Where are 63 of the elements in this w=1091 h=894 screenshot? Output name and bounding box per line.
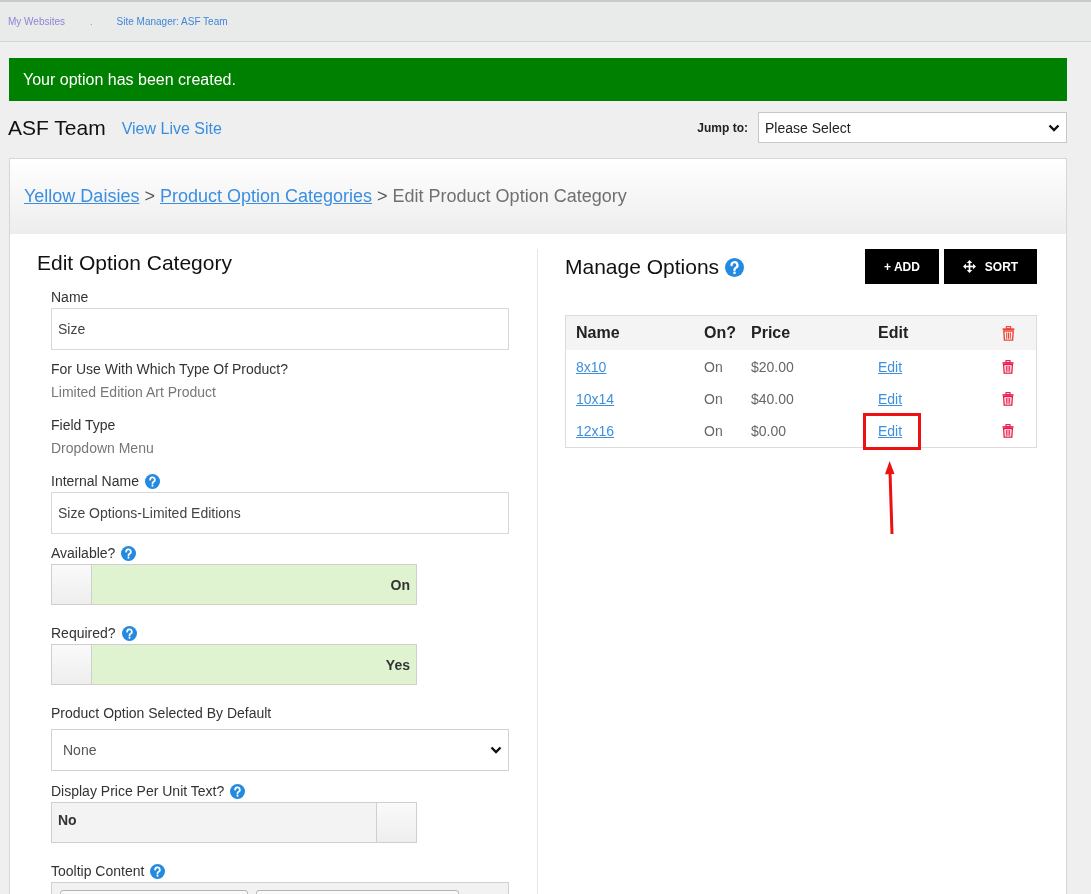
text-input[interactable]: Size	[51, 308, 509, 350]
help-icon[interactable]	[121, 545, 137, 561]
jump-to-label: Jump to:	[697, 120, 748, 135]
breadcrumb-separator: >	[144, 186, 155, 207]
table-cell: $40.00	[751, 391, 794, 407]
help-icon[interactable]	[144, 473, 160, 489]
field-label: Name	[51, 289, 89, 305]
dropdown-select[interactable]: None	[51, 729, 509, 771]
edit-link[interactable]: Edit	[878, 423, 903, 439]
field-label: Field Type	[51, 417, 116, 433]
breadcrumb-link[interactable]: Yellow Daisies	[24, 186, 140, 207]
table-cell: $20.00	[751, 359, 794, 375]
table-cell: $0.00	[751, 423, 787, 439]
site-name: ASF Team	[8, 115, 106, 140]
move-arrows-icon	[962, 260, 976, 273]
help-icon[interactable]	[725, 257, 745, 277]
add-button[interactable]: + ADD	[865, 249, 939, 284]
chevron-down-icon	[490, 746, 502, 754]
breadcrumb-separator: >	[377, 186, 388, 207]
chevron-down-icon	[1048, 123, 1060, 132]
field-label: Available?	[51, 545, 116, 561]
field-value: Dropdown Menu	[51, 439, 155, 458]
success-alert: Your option has been created.	[9, 58, 1067, 101]
delete-icon[interactable]	[1002, 360, 1014, 374]
option-name-link[interactable]: 8x10	[576, 359, 607, 375]
column-header: Price	[751, 324, 791, 342]
field-label: Product Option Selected By Default	[51, 705, 272, 721]
help-icon[interactable]	[121, 625, 137, 641]
trash-icon[interactable]	[1002, 325, 1015, 341]
jump-to-select[interactable]: Please Select	[758, 112, 1067, 143]
toggle-switch[interactable]: No	[51, 802, 417, 843]
edit-link[interactable]: Edit	[878, 359, 903, 375]
edit-link[interactable]: Edit	[878, 391, 903, 407]
help-icon[interactable]	[230, 783, 246, 799]
column-header: Name	[576, 324, 620, 342]
delete-icon[interactable]	[1002, 392, 1014, 406]
nav-separator: .	[90, 16, 93, 27]
view-live-site-link[interactable]: View Live Site	[121, 119, 222, 138]
sort-button[interactable]: SORT	[944, 249, 1037, 284]
panel-title: Edit Option Category	[37, 250, 233, 276]
option-name-link[interactable]: 10x14	[576, 391, 615, 407]
panel-title: Manage Options	[565, 255, 720, 279]
nav-link[interactable]: Site Manager: ASF Team	[116, 16, 228, 27]
text-input[interactable]: Size Options-Limited Editions	[51, 492, 509, 534]
column-header: On?	[704, 324, 736, 342]
option-name-link[interactable]: 12x16	[576, 423, 615, 439]
field-label: Required?	[51, 625, 116, 641]
field-label: For Use With Which Type Of Product?	[51, 361, 289, 377]
table-cell: On	[704, 423, 723, 439]
breadcrumb-link[interactable]: Product Option Categories	[159, 186, 373, 207]
breadcrumb-current: Edit Product Option Category	[392, 186, 627, 207]
nav-link[interactable]: My Websites	[8, 16, 66, 27]
table-cell: On	[704, 391, 723, 407]
field-value: Limited Edition Art Product	[51, 383, 217, 402]
table-cell: On	[704, 359, 723, 375]
help-icon[interactable]	[150, 863, 166, 879]
toggle-switch[interactable]: Yes	[51, 644, 417, 685]
field-label: Tooltip Content	[51, 863, 145, 879]
field-label: Internal Name	[51, 473, 139, 489]
delete-icon[interactable]	[1002, 424, 1014, 438]
toggle-switch[interactable]: On	[51, 564, 417, 605]
column-header: Edit	[878, 324, 909, 342]
field-label: Display Price Per Unit Text?	[51, 783, 225, 799]
